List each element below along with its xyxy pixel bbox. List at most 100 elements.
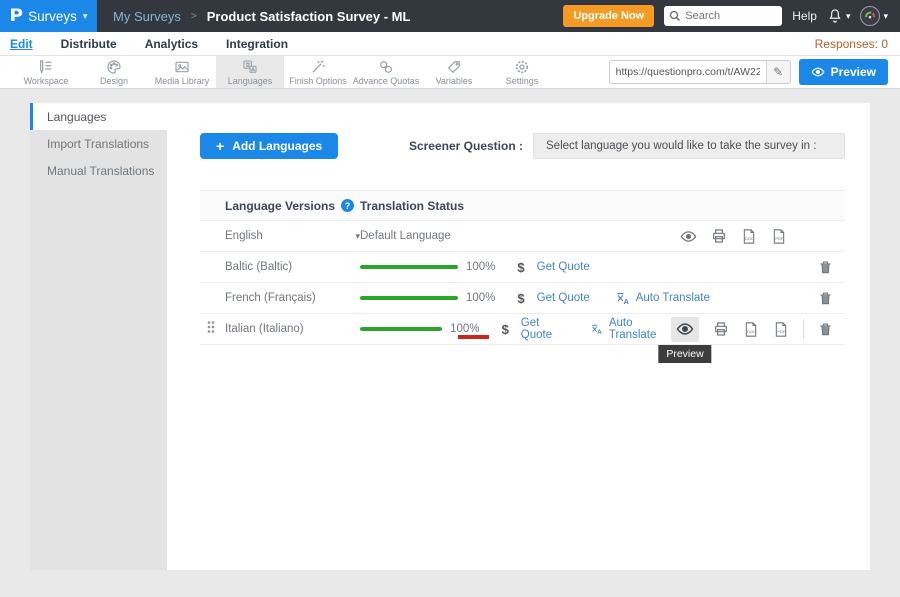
toolbar-item-design[interactable]: Design (80, 56, 148, 88)
language-name: French (Français) (225, 292, 316, 304)
svg-text:A: A (598, 329, 603, 336)
add-languages-label: Add Languages (232, 139, 322, 153)
doc-export-icon[interactable]: DOC (741, 228, 757, 245)
row-actions (818, 290, 845, 306)
preview-button[interactable]: Preview (799, 59, 888, 85)
progress-percent: 100% (466, 261, 495, 273)
bell-icon (827, 8, 843, 24)
doc-export-icon[interactable]: DOC (743, 321, 759, 338)
sidebar-item-languages[interactable]: Languages (30, 103, 167, 130)
pdf-export-icon[interactable]: PDF (773, 321, 789, 338)
default-language-label: Default Language (360, 230, 451, 242)
get-quote-link[interactable]: Get Quote (521, 317, 565, 341)
survey-url-box: ✎ (609, 60, 791, 84)
auto-translate-link[interactable]: Auto Translate (609, 317, 671, 341)
help-link[interactable]: Help (792, 9, 817, 23)
dollar-icon[interactable]: $ (517, 291, 524, 306)
media-library-icon (174, 59, 190, 75)
dollar-icon[interactable]: $ (517, 260, 524, 275)
screener-question-select[interactable]: Select language you would like to take t… (533, 133, 845, 159)
responses-count[interactable]: Responses: 0 (815, 37, 888, 51)
panel-top-row: + Add Languages Screener Question : Sele… (200, 133, 845, 159)
app-menu-label: Surveys (28, 9, 77, 24)
default-language-select[interactable]: English ▾ (225, 230, 360, 242)
language-name: English (225, 230, 263, 242)
toolbar-item-variables[interactable]: Variables (420, 56, 488, 88)
search-icon (669, 10, 681, 22)
settings-icon (514, 59, 530, 75)
help-icon[interactable]: ? (341, 199, 354, 212)
tab-integration[interactable]: Integration (226, 37, 288, 51)
edit-url-pencil-icon[interactable]: ✎ (766, 61, 790, 83)
trash-icon[interactable] (818, 290, 833, 306)
trash-icon[interactable] (818, 321, 833, 337)
svg-text:A: A (623, 297, 629, 306)
workspace-icon (38, 59, 54, 75)
preview-eye-button[interactable]: Preview (671, 317, 699, 342)
toolbar-item-label: Workspace (24, 76, 69, 86)
add-languages-button[interactable]: + Add Languages (200, 133, 338, 159)
eye-icon[interactable] (680, 228, 697, 245)
table-row-baltic: Baltic (Baltic) 100% $ Get Quote (200, 252, 845, 283)
tab-edit[interactable]: Edit (10, 37, 33, 51)
auto-translate-icon[interactable]: A (591, 322, 604, 337)
toolbar-item-label: Media Library (155, 76, 210, 86)
eye-icon (811, 65, 825, 79)
account-menu[interactable]: ▾ (860, 6, 888, 26)
progress-percent: 100% (450, 323, 479, 335)
toolbar-item-finish-options[interactable]: Finish Options (284, 56, 352, 88)
content-area: Languages Import Translations Manual Tra… (0, 89, 900, 597)
auto-translate-icon[interactable]: A (616, 291, 631, 306)
row-actions: DOC PDF (680, 228, 799, 245)
print-icon[interactable] (711, 228, 727, 244)
breadcrumb-my-surveys[interactable]: My Surveys (113, 9, 181, 24)
screener-question-label: Screener Question : (409, 139, 523, 153)
notifications-menu[interactable]: ▾ (827, 8, 851, 24)
toolbar-item-workspace[interactable]: Workspace (12, 56, 80, 88)
survey-title: Product Satisfaction Survey - ML (207, 9, 411, 24)
languages-sidebar: Languages Import Translations Manual Tra… (30, 103, 167, 570)
toolbar-item-settings[interactable]: Settings (488, 56, 556, 88)
survey-url-input[interactable] (610, 66, 766, 78)
status-cell: 100% $ Get Quote (360, 260, 818, 275)
header-translation-status: Translation Status (360, 199, 464, 213)
svg-text:DOC: DOC (745, 235, 754, 240)
row-actions (818, 259, 845, 275)
sidebar-item-label: Import Translations (47, 137, 149, 151)
trash-icon[interactable] (818, 259, 833, 275)
svg-text:DOC: DOC (747, 328, 756, 333)
get-quote-link[interactable]: Get Quote (537, 261, 590, 273)
progress-percent: 100% (466, 292, 495, 304)
print-icon[interactable] (713, 321, 729, 337)
global-search[interactable] (664, 6, 782, 26)
status-cell: 100% $ Get Quote A Auto Translate (360, 291, 818, 306)
surveys-app-menu[interactable]: P Surveys ▾ (0, 0, 97, 32)
toolbar-item-label: Advance Quotas (353, 76, 420, 86)
screener-question-value: Select language you would like to take t… (546, 140, 816, 152)
divider (803, 319, 804, 339)
toolbar-item-advance-quotas[interactable]: Advance Quotas (352, 56, 420, 88)
tab-distribute[interactable]: Distribute (61, 37, 117, 51)
language-name: Baltic (Baltic) (225, 261, 292, 273)
toolbar-item-languages[interactable]: Languages (216, 56, 284, 88)
sidebar-item-import-translations[interactable]: Import Translations (30, 130, 167, 157)
row-actions: Preview DOC PDF (671, 317, 845, 342)
sidebar-item-manual-translations[interactable]: Manual Translations (30, 157, 167, 184)
toolbar-item-media-library[interactable]: Media Library (148, 56, 216, 88)
plus-icon: + (216, 138, 224, 154)
pdf-export-icon[interactable]: PDF (771, 228, 787, 245)
tab-analytics[interactable]: Analytics (145, 37, 198, 51)
dollar-icon[interactable]: $ (502, 322, 509, 337)
upgrade-now-button[interactable]: Upgrade Now (563, 5, 654, 27)
chevron-down-icon: ▾ (883, 12, 888, 21)
language-versions-table: Language Versions ? Translation Status E… (200, 190, 845, 345)
toolbar-item-label: Variables (436, 76, 473, 86)
auto-translate-link[interactable]: Auto Translate (636, 292, 710, 304)
drag-handle-icon[interactable] (206, 320, 216, 339)
table-row-french: French (Français) 100% $ Get Quote A Aut… (200, 283, 845, 314)
header-language-versions: Language Versions ? (200, 199, 360, 213)
translation-progress-bar (360, 296, 458, 300)
languages-panel: + Add Languages Screener Question : Sele… (167, 103, 870, 570)
get-quote-link[interactable]: Get Quote (537, 292, 590, 304)
search-input[interactable] (685, 10, 771, 22)
